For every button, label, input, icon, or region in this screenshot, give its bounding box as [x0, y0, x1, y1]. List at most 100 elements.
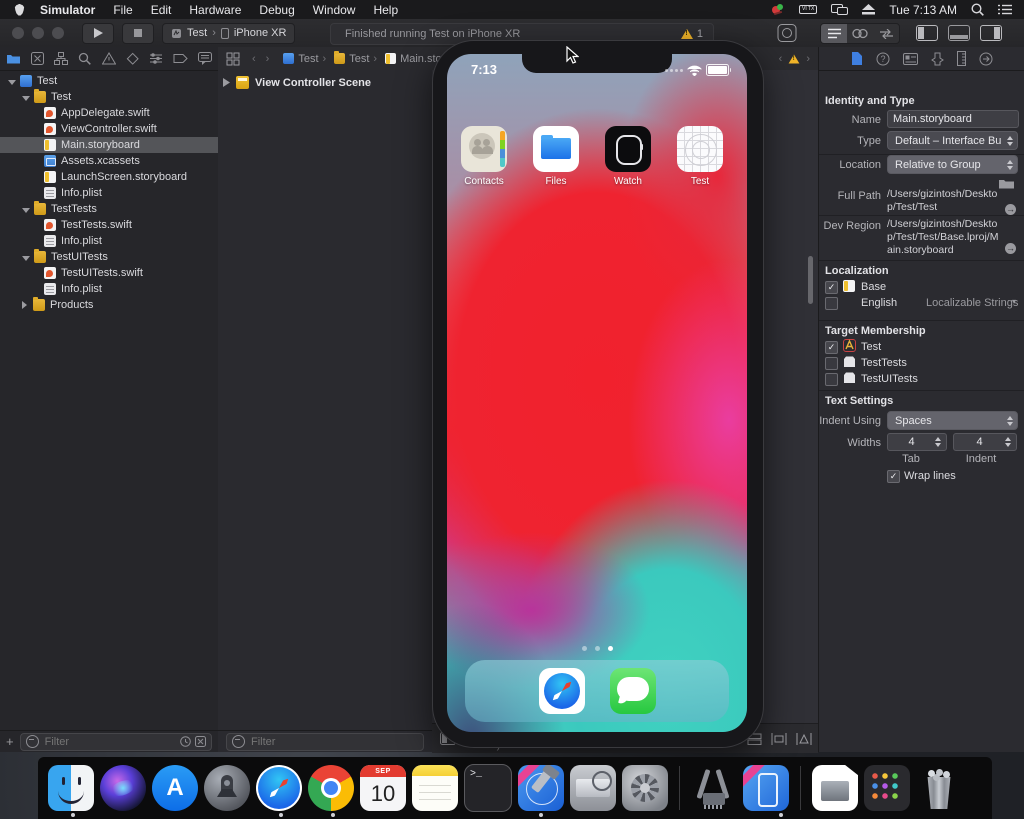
menu-debug[interactable]: Debug [250, 3, 303, 17]
dock-applications-icon[interactable] [864, 765, 910, 811]
spotlight-search-icon[interactable] [971, 3, 984, 16]
indent-width-field[interactable]: 4 [953, 433, 1017, 451]
scheme-selector[interactable]: Test › iPhone XR [162, 23, 295, 44]
app-watch[interactable]: Watch [604, 126, 652, 187]
dock-notes-icon[interactable] [412, 765, 458, 811]
window-minimize-button[interactable] [32, 27, 44, 39]
dev-region-arrow[interactable]: → [1005, 243, 1016, 254]
window-zoom-button[interactable] [52, 27, 64, 39]
menu-app-name[interactable]: Simulator [31, 3, 104, 17]
tree-row-appdelegate[interactable]: AppDelegate.swift [0, 105, 218, 121]
full-path-arrow[interactable]: → [1005, 204, 1016, 215]
disclosure-icon[interactable] [222, 78, 230, 87]
base-checkbox[interactable]: ✓ [825, 281, 838, 294]
test-navigator-icon[interactable] [126, 52, 139, 65]
tree-row-testtests-swift[interactable]: TestTests.swift [0, 217, 218, 233]
back-button[interactable]: ‹ [252, 53, 256, 65]
eject-icon[interactable] [862, 4, 875, 15]
scm-filter-icon[interactable] [195, 736, 206, 747]
next-issue-button[interactable]: › [806, 53, 810, 65]
app-files[interactable]: Files [532, 126, 580, 187]
target-testtests-checkbox[interactable]: ✓ [825, 357, 838, 370]
recent-files-icon[interactable] [180, 736, 191, 747]
simulator-window[interactable]: 7:13 Contacts Files Watch Test [432, 40, 764, 748]
app-test[interactable]: Test [676, 126, 724, 187]
source-control-navigator-icon[interactable] [31, 52, 44, 65]
tree-row-launchscreen[interactable]: LaunchScreen.storyboard [0, 169, 218, 185]
run-button[interactable] [82, 23, 114, 44]
tree-row-assets[interactable]: Assets.xcassets [0, 153, 218, 169]
navigator-filter-field[interactable] [20, 733, 212, 751]
dock-finder-icon[interactable] [48, 765, 94, 811]
dock-calendar-icon[interactable]: SEP10 [360, 765, 406, 811]
apple-menu-icon[interactable] [14, 4, 25, 16]
tree-row-testtests-group[interactable]: TestTests [0, 201, 218, 217]
assistant-editor-button[interactable] [847, 24, 873, 43]
displays-icon[interactable] [831, 4, 848, 16]
crumb-group[interactable]: Test [349, 53, 369, 65]
target-test-checkbox[interactable]: ✓ [825, 341, 838, 354]
dock-system-preferences-icon[interactable] [622, 765, 668, 811]
english-file-type[interactable]: Localizable Strings [926, 297, 1018, 309]
choose-folder-button[interactable] [999, 178, 1014, 189]
app-contacts[interactable]: Contacts [460, 126, 508, 187]
quick-help-tab[interactable]: ? [876, 52, 890, 66]
location-dropdown[interactable]: Relative to Group [887, 155, 1018, 174]
menu-help[interactable]: Help [364, 3, 407, 17]
forward-button[interactable]: › [266, 53, 270, 65]
dock-terminal-icon[interactable]: >_ [464, 764, 512, 812]
issue-navigator-icon[interactable] [102, 52, 116, 65]
tree-row-viewcontroller[interactable]: ViewController.swift [0, 121, 218, 137]
safari-app-icon[interactable] [539, 668, 585, 714]
identity-inspector-tab[interactable] [903, 53, 918, 65]
indent-using-dropdown[interactable]: Spaces [887, 411, 1018, 430]
toggle-navigator-button[interactable] [916, 25, 938, 41]
breakpoint-navigator-icon[interactable] [173, 52, 188, 65]
add-constraints-icon[interactable] [796, 733, 812, 745]
tree-row-infoplist[interactable]: Info.plist [0, 185, 218, 201]
tree-row-project-test[interactable]: Test [0, 73, 218, 89]
size-inspector-tab[interactable] [957, 51, 966, 66]
stop-button[interactable] [122, 23, 154, 44]
menu-file[interactable]: File [104, 3, 141, 17]
standard-editor-button[interactable] [821, 24, 847, 43]
version-editor-button[interactable] [873, 24, 899, 43]
library-button[interactable] [776, 24, 798, 42]
canvas-scrollbar[interactable] [808, 256, 813, 304]
file-inspector-tab[interactable] [851, 51, 863, 66]
tree-row-infoplist[interactable]: Info.plist [0, 281, 218, 297]
add-file-button[interactable]: + [6, 734, 14, 749]
dock-xcode-icon[interactable] [518, 765, 564, 811]
tree-row-group-test[interactable]: Test [0, 89, 218, 105]
navigator-filter-input[interactable] [43, 735, 155, 749]
find-navigator-icon[interactable] [78, 52, 91, 65]
issue-warning-icon[interactable] [789, 54, 800, 63]
dock-simulator-icon[interactable] [743, 765, 789, 811]
related-items-icon[interactable] [226, 52, 240, 66]
dock-siri-icon[interactable] [100, 765, 146, 811]
align-icon[interactable] [771, 733, 787, 745]
messages-app-icon[interactable] [610, 668, 656, 714]
target-testuitests-checkbox[interactable]: ✓ [825, 373, 838, 386]
tree-row-main-storyboard[interactable]: Main.storyboard [0, 137, 218, 153]
name-field[interactable]: Main.storyboard [887, 110, 1019, 128]
outline-filter-field[interactable] [226, 733, 424, 751]
type-dropdown[interactable]: Default – Interface Builder… [887, 131, 1018, 150]
attributes-inspector-tab[interactable] [931, 52, 944, 66]
dock-instruments-icon[interactable] [691, 765, 737, 811]
menu-edit[interactable]: Edit [142, 3, 181, 17]
wrap-lines-checkbox[interactable]: ✓ [887, 470, 900, 483]
menu-window[interactable]: Window [304, 3, 365, 17]
dock-app-store-icon[interactable]: A [152, 765, 198, 811]
outline-filter-input[interactable] [249, 735, 365, 749]
symbol-navigator-icon[interactable] [54, 52, 68, 65]
dock-disk-utility-icon[interactable] [570, 765, 616, 811]
iphone-screen[interactable]: 7:13 Contacts Files Watch Test [447, 54, 747, 732]
tab-width-field[interactable]: 4 [887, 433, 947, 451]
toggle-inspector-button[interactable] [980, 25, 1002, 41]
dock-document-icon[interactable] [812, 765, 858, 811]
tree-row-testuitests-swift[interactable]: TestUITests.swift [0, 265, 218, 281]
input-source-icon[interactable]: VI TX [799, 5, 817, 14]
tree-row-products-group[interactable]: Products [0, 297, 218, 313]
window-close-button[interactable] [12, 27, 24, 39]
